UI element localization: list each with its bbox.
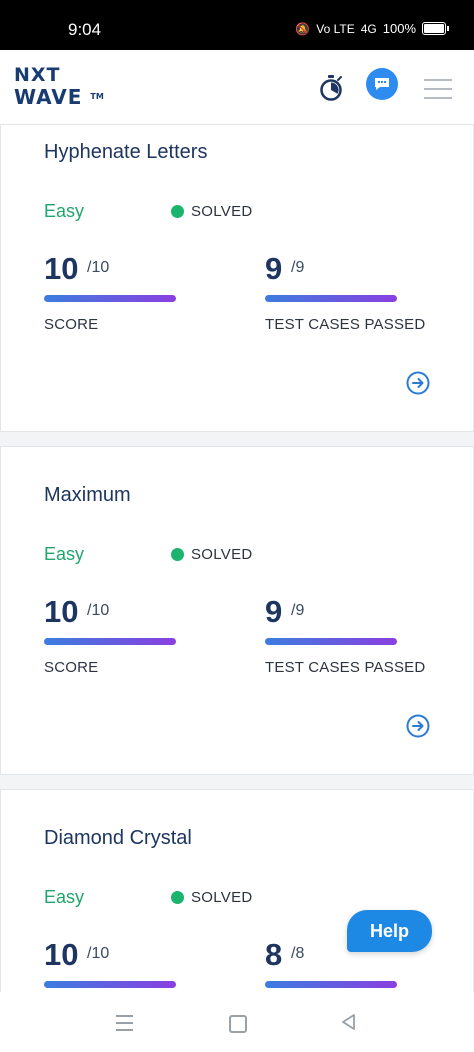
- tests-label: TEST CASES PASSED: [265, 659, 426, 676]
- tests-total: /9: [291, 259, 305, 276]
- difficulty-label: Easy: [44, 201, 85, 221]
- score-total: /10: [87, 945, 110, 962]
- card-title: Maximum: [44, 484, 131, 506]
- tests-value: 9: [265, 594, 283, 629]
- score-total: /10: [87, 602, 110, 619]
- tests-total: /8: [291, 945, 305, 962]
- status-label: SOLVED: [191, 203, 253, 220]
- logo-text-wave: WAVE: [14, 85, 83, 109]
- score-label: SCORE: [44, 659, 99, 676]
- card-title: Diamond Crystal: [44, 827, 192, 849]
- score-progress-bar: [44, 638, 176, 645]
- card-title: Hyphenate Letters: [44, 141, 208, 163]
- score-progress-bar: [44, 295, 176, 302]
- tests-progress-bar: [265, 981, 397, 988]
- recent-apps-icon[interactable]: [116, 1015, 133, 1036]
- logo-text-top: NXT: [14, 64, 61, 86]
- signal-icon: 4G: [360, 21, 377, 36]
- solved-dot-icon: [171, 205, 184, 218]
- tests-value: 8: [265, 937, 283, 972]
- status-bar: 9:04 🔕 Vo LTE 4G 100%: [0, 0, 474, 50]
- difficulty-label: Easy: [44, 544, 85, 564]
- tests-value: 9: [265, 251, 283, 286]
- system-nav-bar: [0, 992, 474, 1052]
- tests-progress-bar: [265, 295, 397, 302]
- volte-icon: Vo LTE: [316, 21, 355, 36]
- score-value: 10: [44, 937, 79, 972]
- home-icon[interactable]: [229, 1015, 247, 1033]
- tests-progress-bar: [265, 638, 397, 645]
- nxtwave-logo[interactable]: NXT WAVE TM: [14, 64, 104, 108]
- back-icon[interactable]: [340, 1013, 358, 1031]
- timer-icon[interactable]: [318, 74, 344, 102]
- status-label: SOLVED: [191, 889, 253, 906]
- chat-icon[interactable]: [366, 68, 398, 100]
- logo-tm: TM: [90, 92, 104, 101]
- arrow-right-circle-icon[interactable]: [406, 371, 430, 395]
- help-button[interactable]: Help: [347, 910, 432, 952]
- score-value: 10: [44, 594, 79, 629]
- solved-dot-icon: [171, 891, 184, 904]
- status-time: 9:04: [68, 20, 102, 39]
- tests-label: TEST CASES PASSED: [265, 316, 426, 333]
- logo-text-bottom: WAVE TM: [14, 86, 104, 108]
- menu-icon[interactable]: [424, 79, 452, 99]
- arrow-right-circle-icon[interactable]: [406, 714, 430, 738]
- solved-dot-icon: [171, 548, 184, 561]
- score-progress-bar: [44, 981, 176, 988]
- status-label: SOLVED: [191, 546, 253, 563]
- difficulty-label: Easy: [44, 887, 85, 907]
- status-icons: 🔕 Vo LTE 4G 100%: [295, 21, 449, 36]
- problem-card[interactable]: Maximum Easy SOLVED 10 /10 SCORE 9 /9 TE…: [0, 446, 474, 775]
- score-total: /10: [87, 259, 110, 276]
- app-header: NXT WAVE TM: [0, 50, 474, 130]
- problem-card[interactable]: Diamond Crystal Easy SOLVED 10 /10 8 /8: [0, 789, 474, 994]
- chat-bubble-icon: [375, 78, 389, 90]
- score-value: 10: [44, 251, 79, 286]
- score-label: SCORE: [44, 316, 99, 333]
- battery-text: 100%: [382, 21, 416, 36]
- problem-card[interactable]: Hyphenate Letters Easy SOLVED 10 /10 SCO…: [0, 124, 474, 432]
- mute-icon: 🔕: [295, 21, 311, 36]
- battery-icon: [422, 22, 449, 35]
- tests-total: /9: [291, 602, 305, 619]
